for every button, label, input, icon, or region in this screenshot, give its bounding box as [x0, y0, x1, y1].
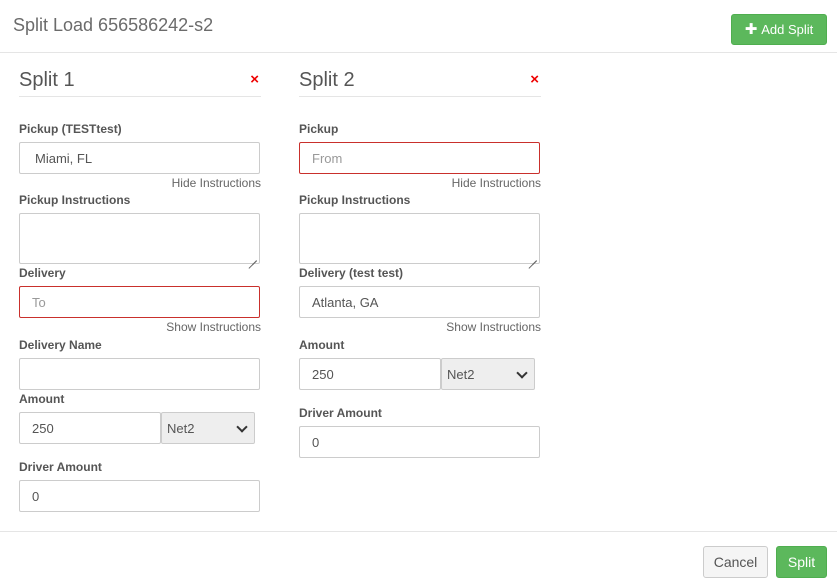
resize-grip-icon[interactable] — [248, 252, 257, 261]
split-1-hide-instructions-link[interactable]: Hide Instructions — [172, 176, 261, 190]
split-2-driver-amount-label: Driver Amount — [299, 406, 382, 420]
split-2-header: Split 2 × — [299, 62, 541, 97]
split-1-pickup-instructions-textarea[interactable] — [19, 213, 260, 264]
split-1-amount-input[interactable]: 250 — [19, 412, 161, 444]
split-1-terms-select[interactable]: Net2 — [161, 412, 255, 444]
plus-icon: ✚ — [744, 20, 758, 38]
add-split-button[interactable]: ✚ Add Split — [731, 14, 827, 45]
split-2-hide-instructions-link[interactable]: Hide Instructions — [452, 176, 541, 190]
resize-grip-icon[interactable] — [528, 252, 537, 261]
split-1-pickup-label: Pickup (TESTtest) — [19, 122, 122, 136]
split-1-driver-amount-input[interactable]: 0 — [19, 480, 260, 512]
split-2-pickup-input[interactable]: From — [299, 142, 540, 174]
chevron-down-icon — [236, 421, 248, 433]
split-2-driver-amount-input[interactable]: 0 — [299, 426, 540, 458]
split-2-terms-value: Net2 — [447, 366, 475, 382]
split-2-amount-value: 250 — [312, 366, 334, 382]
split-2-delivery-input[interactable]: Atlanta, GA — [299, 286, 540, 318]
chevron-down-icon — [516, 367, 528, 379]
split-2-panel: Split 2 × Pickup From Hide Instructions … — [293, 62, 547, 460]
split-1-driver-amount-value: 0 — [32, 488, 40, 504]
remove-split-1-icon[interactable]: × — [250, 71, 259, 88]
cancel-button[interactable]: Cancel — [703, 546, 768, 578]
split-1-header: Split 1 × — [19, 62, 261, 97]
split-1-driver-amount-label: Driver Amount — [19, 460, 102, 474]
split-2-amount-label: Amount — [299, 338, 345, 352]
split-2-terms-select[interactable]: Net2 — [441, 358, 535, 390]
split-2-pickup-label: Pickup — [299, 122, 339, 136]
split-1-delivery-name-label: Delivery Name — [19, 338, 102, 352]
split-button[interactable]: Split — [776, 546, 827, 578]
modal-title: Split Load 656586242-s2 — [13, 15, 214, 35]
modal-header: Split Load 656586242-s2 ✚ Add Split — [0, 0, 837, 53]
split-1-amount-label: Amount — [19, 392, 65, 406]
split-2-driver-amount-value: 0 — [312, 434, 320, 450]
split-2-pickup-instructions-label: Pickup Instructions — [299, 193, 411, 207]
split-2-pickup-placeholder: From — [312, 150, 343, 166]
split-1-amount-value: 250 — [32, 420, 54, 436]
split-1-pickup-input[interactable]: Miami, FL — [19, 142, 260, 174]
split-1-pickup-value: Miami, FL — [35, 150, 93, 166]
split-1-show-instructions-link[interactable]: Show Instructions — [166, 320, 261, 334]
remove-split-2-icon[interactable]: × — [530, 71, 539, 88]
split-2-title: Split 2 — [299, 69, 355, 91]
split-2-show-instructions-link[interactable]: Show Instructions — [446, 320, 541, 334]
modal-footer: Cancel Split — [0, 531, 837, 582]
split-1-delivery-input[interactable]: To — [19, 286, 260, 318]
split-1-terms-value: Net2 — [167, 420, 195, 436]
split-1-title: Split 1 — [19, 69, 75, 91]
split-1-delivery-placeholder: To — [32, 294, 46, 310]
split-1-delivery-name-input[interactable] — [19, 358, 260, 390]
split-1-panel: Split 1 × Pickup (TESTtest) Miami, FL Hi… — [13, 62, 267, 516]
split-2-delivery-value: Atlanta, GA — [312, 294, 379, 310]
split-2-delivery-label: Delivery (test test) — [299, 266, 404, 280]
add-split-label: Add Split — [761, 22, 814, 37]
split-1-delivery-label: Delivery — [19, 266, 66, 280]
split-1-pickup-instructions-label: Pickup Instructions — [19, 193, 131, 207]
split-2-amount-input[interactable]: 250 — [299, 358, 441, 390]
split-2-pickup-instructions-textarea[interactable] — [299, 213, 540, 264]
